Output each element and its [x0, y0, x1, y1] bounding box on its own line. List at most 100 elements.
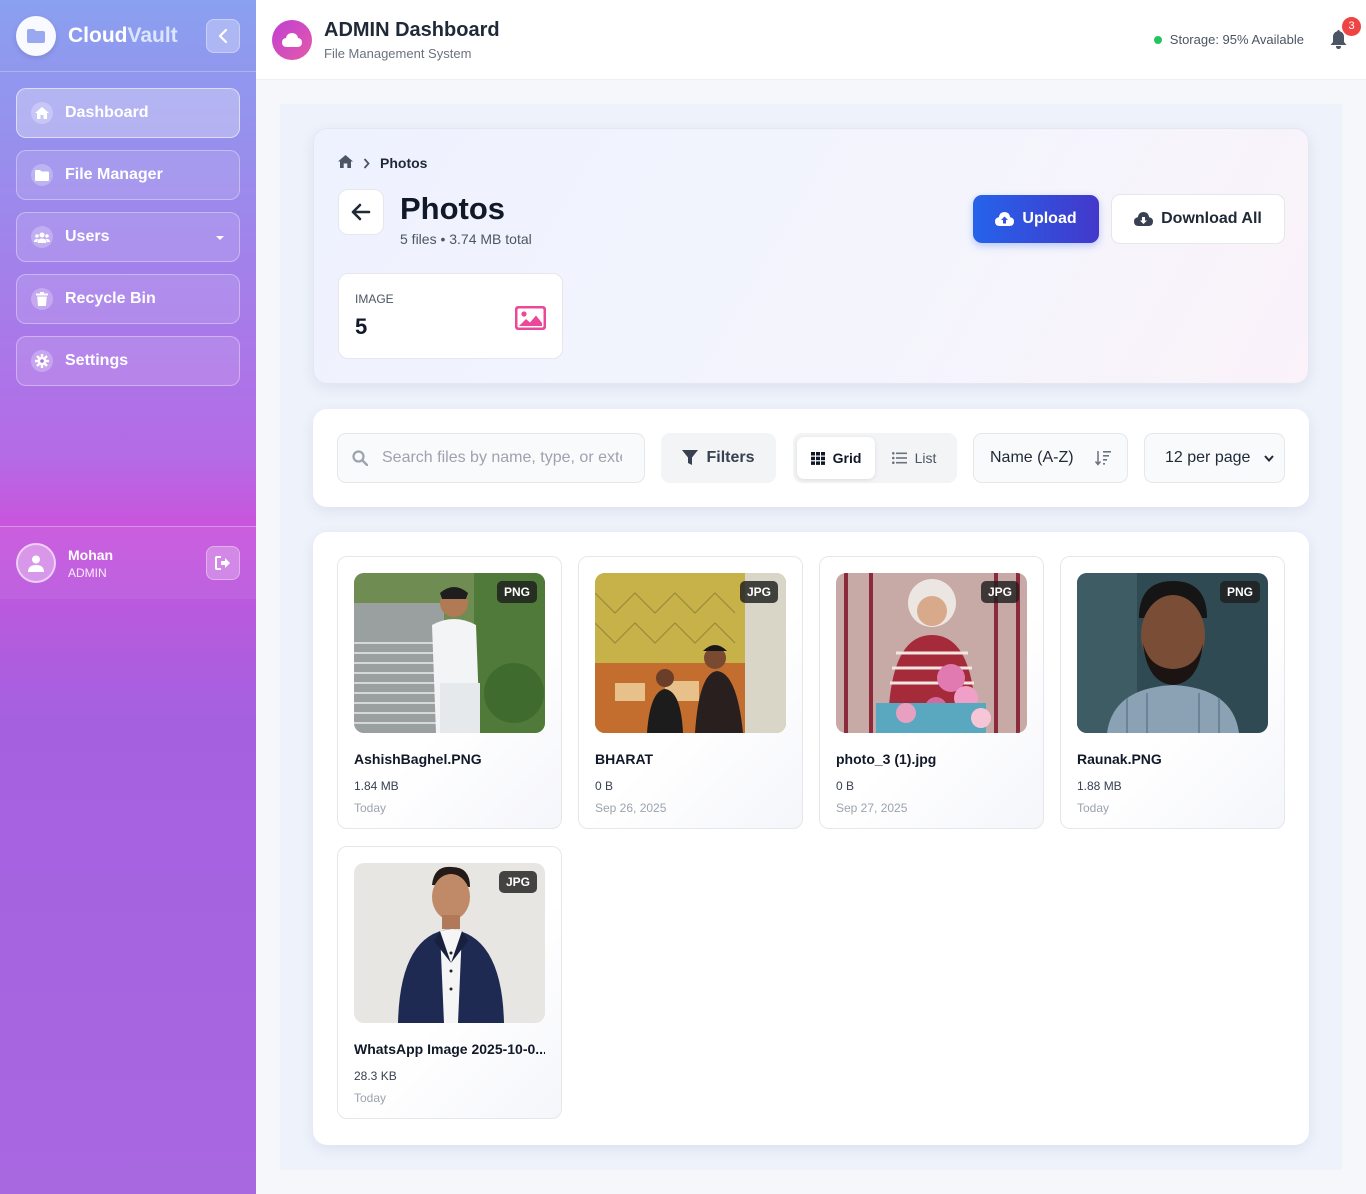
top-header: ADMIN Dashboard File Management System S… — [256, 0, 1366, 80]
home-icon[interactable] — [338, 155, 353, 171]
chevron-left-icon — [218, 28, 228, 43]
avatar[interactable] — [16, 543, 56, 583]
image-stat-card: IMAGE 5 — [338, 273, 563, 359]
download-all-label: Download All — [1161, 210, 1262, 227]
file-date: Today — [1077, 801, 1110, 815]
user-role: ADMIN — [68, 565, 107, 580]
sidebar-item-label: Recycle Bin — [65, 290, 156, 307]
file-card[interactable]: PNG Raunak.PNG 1.88 MB Today — [1060, 556, 1285, 829]
trash-icon — [31, 288, 53, 310]
chevron-down-icon — [1264, 454, 1274, 462]
breadcrumb: Photos — [338, 155, 427, 171]
file-thumbnail: PNG — [1077, 573, 1268, 733]
file-card[interactable]: PNG AshishBaghel.PNG 1.84 MB Today — [337, 556, 562, 829]
file-card[interactable]: JPG WhatsApp Image 2025-10-0... 28.3 KB … — [337, 846, 562, 1119]
file-type-badge: PNG — [1219, 581, 1260, 603]
users-icon — [31, 226, 53, 248]
file-thumbnail: JPG — [836, 573, 1027, 733]
filter-icon — [682, 450, 699, 466]
filters-label: Filters — [706, 449, 755, 466]
logout-icon — [215, 556, 230, 570]
sidebar-item-label: Dashboard — [65, 104, 149, 121]
sidebar-item-users[interactable]: Users — [16, 212, 240, 262]
search-icon — [352, 450, 368, 466]
logout-button[interactable] — [206, 546, 240, 580]
filters-button[interactable]: Filters — [661, 433, 776, 483]
file-date: Sep 27, 2025 — [836, 801, 908, 815]
user-name: Mohan — [68, 546, 114, 563]
list-view-label: List — [914, 450, 937, 466]
folder-icon — [27, 28, 45, 43]
breadcrumb-current: Photos — [380, 155, 428, 171]
storage-text: Storage: 95% Available — [1169, 32, 1304, 47]
download-all-button[interactable]: Download All — [1111, 194, 1285, 244]
per-page-select[interactable]: 12 per page — [1144, 433, 1285, 483]
file-card[interactable]: JPG photo_3 (1).jpg 0 B Sep 27, 2025 — [819, 556, 1044, 829]
file-date: Sep 26, 2025 — [595, 801, 667, 815]
file-type-badge: JPG — [980, 581, 1019, 603]
arrow-left-icon — [351, 203, 371, 221]
search-box — [337, 433, 645, 483]
cloud-icon — [282, 32, 302, 47]
per-page-label: 12 per page — [1165, 449, 1251, 466]
sidebar-nav: Dashboard File Manager Users Recycle Bin… — [0, 72, 256, 386]
grid-icon — [810, 451, 825, 465]
page-subtitle: File Management System — [324, 45, 472, 61]
folder-icon — [31, 164, 53, 186]
file-type-badge: JPG — [739, 581, 778, 603]
app-logo — [16, 15, 56, 56]
page-title: ADMIN Dashboard — [324, 18, 500, 41]
sidebar-item-settings[interactable]: Settings — [16, 336, 240, 386]
user-info: Mohan ADMIN — [68, 547, 113, 580]
header-logo — [272, 19, 312, 60]
file-date: Today — [354, 801, 387, 815]
storage-status: Storage: 95% Available — [1153, 32, 1304, 47]
file-name: photo_3 (1).jpg — [836, 751, 937, 767]
app-name: CloudVault — [68, 23, 178, 47]
collapse-sidebar-button[interactable] — [206, 18, 240, 53]
file-card[interactable]: JPG BHARAT 0 B Sep 26, 2025 — [578, 556, 803, 829]
file-name: WhatsApp Image 2025-10-0... — [354, 1041, 545, 1057]
sidebar-item-label: Users — [65, 228, 110, 245]
file-size: 0 B — [595, 779, 614, 793]
sidebar-item-file-manager[interactable]: File Manager — [16, 150, 240, 200]
view-toggle: Grid List — [793, 433, 957, 483]
file-type-badge: JPG — [498, 871, 537, 893]
image-icon — [515, 306, 546, 335]
file-thumbnail: JPG — [595, 573, 786, 733]
file-type-badge: PNG — [496, 581, 537, 603]
file-size: 28.3 KB — [354, 1069, 397, 1083]
home-icon — [31, 102, 53, 124]
files-toolbar: Filters Grid List Name (A-Z) 12 per page — [313, 409, 1309, 507]
sidebar-item-dashboard[interactable]: Dashboard — [16, 88, 240, 138]
sidebar: CloudVault Dashboard File Manager Users … — [0, 0, 256, 1194]
user-icon — [28, 555, 44, 572]
stat-label: IMAGE — [355, 292, 394, 306]
sidebar-item-label: Settings — [65, 352, 129, 369]
file-size: 1.88 MB — [1077, 779, 1122, 793]
sidebar-item-label: File Manager — [65, 166, 163, 183]
gear-icon — [31, 350, 53, 372]
notifications-button[interactable]: 3 — [1326, 16, 1361, 52]
notification-badge: 3 — [1342, 16, 1361, 36]
file-thumbnail: JPG — [354, 863, 545, 1023]
search-input[interactable] — [382, 449, 622, 467]
sort-button[interactable]: Name (A-Z) — [973, 433, 1128, 483]
back-button[interactable] — [338, 189, 384, 235]
sidebar-item-recycle-bin[interactable]: Recycle Bin — [16, 274, 240, 324]
upload-button[interactable]: Upload — [973, 195, 1099, 243]
sort-alpha-icon — [1095, 450, 1111, 466]
folder-meta: 5 files • 3.74 MB total — [400, 231, 532, 247]
list-icon — [891, 452, 907, 464]
grid-view-label: Grid — [832, 450, 862, 466]
file-name: BHARAT — [595, 751, 654, 767]
sort-label: Name (A-Z) — [990, 449, 1074, 466]
main-content: Photos Photos 5 files • 3.74 MB total Up… — [280, 104, 1342, 1170]
file-name: Raunak.PNG — [1077, 751, 1162, 767]
cloud-upload-icon — [995, 212, 1015, 226]
status-dot — [1153, 35, 1162, 44]
list-view-button[interactable]: List — [875, 437, 953, 479]
grid-view-button[interactable]: Grid — [797, 437, 875, 479]
file-name: AshishBaghel.PNG — [354, 751, 482, 767]
file-size: 1.84 MB — [354, 779, 399, 793]
